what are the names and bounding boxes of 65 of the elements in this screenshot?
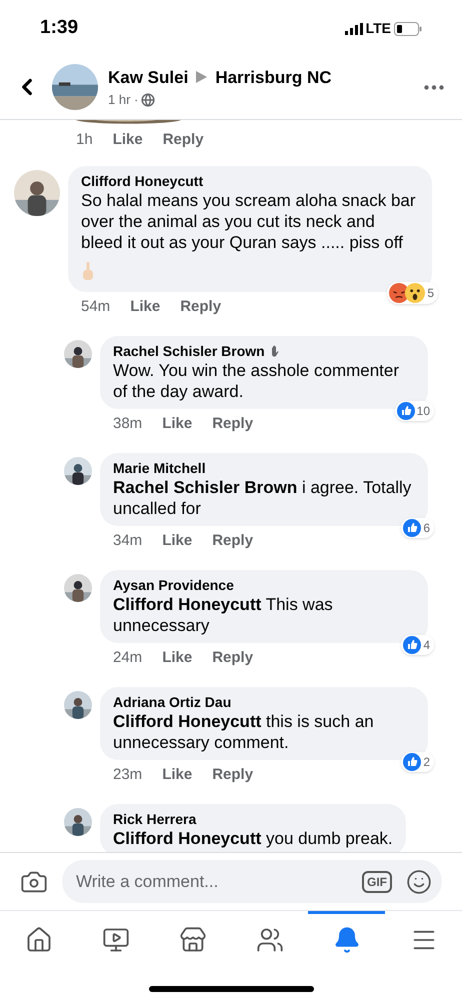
comment-time: 38m: [113, 414, 142, 434]
commenter-name[interactable]: Clifford Honeycutt: [81, 172, 204, 190]
comment-field[interactable]: Write a comment...: [76, 868, 362, 894]
globe-icon: [141, 92, 156, 107]
reply-link[interactable]: Reply: [212, 648, 254, 668]
video-icon: [102, 926, 130, 954]
reaction-count: 10: [416, 402, 430, 420]
reaction-count: 5: [427, 284, 434, 302]
reply-link[interactable]: Reply: [180, 296, 222, 316]
bell-icon: [332, 926, 360, 954]
post-author[interactable]: Kaw Sulei: [108, 64, 188, 90]
like-link[interactable]: Like: [162, 530, 192, 550]
gif-button[interactable]: GIF: [362, 870, 392, 892]
like-reaction-icon: [396, 402, 415, 420]
post-target[interactable]: Harrisburg NC: [215, 64, 332, 90]
comment-time: 24m: [113, 648, 142, 668]
like-link[interactable]: Like: [112, 129, 143, 152]
commenter-name[interactable]: Aysan Providence: [113, 576, 234, 594]
home-icon: [24, 926, 52, 954]
like-link[interactable]: Like: [130, 296, 160, 316]
reply-link[interactable]: Reply: [212, 414, 254, 434]
reaction-count: 4: [423, 636, 430, 654]
shop-icon: [178, 926, 206, 954]
like-link[interactable]: Like: [162, 648, 192, 668]
network-label: LTE: [366, 19, 391, 38]
like-reaction-icon: [403, 752, 422, 770]
commenter-name[interactable]: Adriana Ortiz Dau: [113, 692, 232, 710]
group-icon: [256, 926, 284, 954]
triangle-icon: [196, 71, 208, 84]
comment-text: Clifford Honeycutt this is such an unnecessary comment.: [113, 710, 375, 752]
wow-reaction-icon: [405, 282, 426, 302]
comment-time: 34m: [113, 530, 142, 550]
emoji-icon: [406, 868, 432, 894]
reaction-badge[interactable]: 4: [401, 634, 434, 654]
comment-text: Rachel Schisler Brown i agree. Totally uncalled for: [113, 476, 412, 518]
post-time: 1 hr ·: [108, 91, 138, 109]
signal-icon: [344, 22, 363, 34]
comment-input[interactable]: Write a comment... GIF: [62, 860, 442, 903]
reaction-badge[interactable]: 6: [401, 518, 434, 538]
reaction-badge[interactable]: 2: [401, 752, 434, 772]
commenter-name[interactable]: Marie Mitchell: [113, 458, 206, 476]
commenter-name[interactable]: Rachel Schisler Brown: [113, 342, 265, 360]
more-icon: [424, 84, 444, 90]
reply-link[interactable]: Reply: [212, 530, 254, 550]
like-reaction-icon: [403, 636, 422, 654]
more-button[interactable]: [424, 84, 444, 90]
like-link[interactable]: Like: [162, 414, 192, 434]
reaction-badge[interactable]: 5: [387, 282, 438, 304]
comment-text: So halal means you scream aloha snack bar over the animal as you cut its neck and bleed it out as your Quran says ..... piss off: [81, 190, 417, 252]
battery-icon: [394, 22, 422, 36]
comment-time: 54m: [81, 296, 110, 316]
reply-link[interactable]: Reply: [212, 764, 254, 784]
reaction-badge[interactable]: 10: [394, 400, 434, 420]
comment-text: Clifford Honeycutt you dumb preak.: [113, 828, 393, 848]
comment-time: 1h: [76, 130, 93, 150]
like-link[interactable]: Like: [162, 764, 192, 784]
comment-text: Clifford Honeycutt This was unnecessary: [113, 594, 334, 636]
reply-link[interactable]: Reply: [162, 129, 204, 152]
commenter-name[interactable]: Rick Herrera: [113, 810, 196, 828]
reaction-count: 6: [423, 520, 430, 536]
reaction-count: 2: [423, 754, 430, 770]
comment-time: 23m: [113, 764, 142, 784]
status-time: 1:39: [40, 16, 78, 40]
like-reaction-icon: [403, 518, 422, 536]
comment-text: Wow. You win the asshole commenter of the day award.: [113, 360, 400, 402]
